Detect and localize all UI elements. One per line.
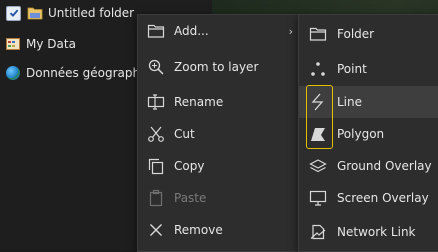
menu-item-label: Cut xyxy=(174,127,195,141)
submenu-item-screen-overlay[interactable]: Screen Overlay xyxy=(299,182,438,214)
chevron-right-icon: › xyxy=(288,24,293,38)
menu-item-add[interactable]: Add... › xyxy=(138,15,299,47)
submenu-item-label: Line xyxy=(337,95,363,109)
rename-icon xyxy=(147,93,165,111)
menu-item-label: Add... xyxy=(174,24,209,38)
menu-item-label: Rename xyxy=(174,95,224,109)
folder-icon xyxy=(147,22,165,40)
mydata-icon xyxy=(6,38,20,50)
menu-item-label: Copy xyxy=(174,159,205,173)
menu-item-label: Paste xyxy=(174,191,207,205)
folder-icon xyxy=(309,25,327,43)
place-item-label: Untitled folder xyxy=(48,6,135,20)
submenu-item-label: Folder xyxy=(337,27,375,41)
submenu-item-label: Network Link xyxy=(337,225,416,239)
checkbox[interactable] xyxy=(6,5,21,21)
ground-overlay-icon xyxy=(309,157,327,175)
place-item-my-data[interactable]: My Data xyxy=(6,33,76,55)
menu-item-remove[interactable]: Remove xyxy=(138,214,299,246)
close-icon xyxy=(147,221,165,239)
copy-icon xyxy=(147,157,165,175)
screen-overlay-icon xyxy=(309,189,327,207)
submenu-item-folder[interactable]: Folder xyxy=(299,18,438,50)
paste-icon xyxy=(147,189,165,207)
folder-icon xyxy=(27,6,43,20)
context-menu: Add... › Zoom to layer Rename Cut Copy P… xyxy=(137,14,300,252)
submenu-item-label: Point xyxy=(337,62,367,76)
place-item-untitled-folder[interactable]: Untitled folder xyxy=(6,2,134,24)
place-item-label: My Data xyxy=(26,37,76,51)
menu-item-rename[interactable]: Rename xyxy=(138,86,299,118)
zoom-icon xyxy=(147,58,165,76)
scissors-icon xyxy=(147,125,165,143)
submenu-item-point[interactable]: Point xyxy=(299,53,438,85)
menu-item-label: Remove xyxy=(174,223,223,237)
menu-item-copy[interactable]: Copy xyxy=(138,150,299,182)
menu-item-paste[interactable]: Paste xyxy=(138,182,299,214)
network-link-icon xyxy=(309,223,327,241)
submenu-item-ground-overlay[interactable]: Ground Overlay xyxy=(299,150,438,182)
globe-icon xyxy=(6,66,20,80)
menu-item-cut[interactable]: Cut xyxy=(138,118,299,150)
menu-item-zoom-to-layer[interactable]: Zoom to layer xyxy=(138,51,299,83)
menu-item-label: Zoom to layer xyxy=(174,60,259,74)
submenu-item-label: Polygon xyxy=(337,127,385,141)
submenu-item-network-link[interactable]: Network Link xyxy=(299,216,438,248)
point-icon xyxy=(309,60,327,78)
submenu-item-label: Ground Overlay xyxy=(337,159,432,173)
submenu-item-label: Screen Overlay xyxy=(337,191,429,205)
highlight-box xyxy=(306,85,333,149)
